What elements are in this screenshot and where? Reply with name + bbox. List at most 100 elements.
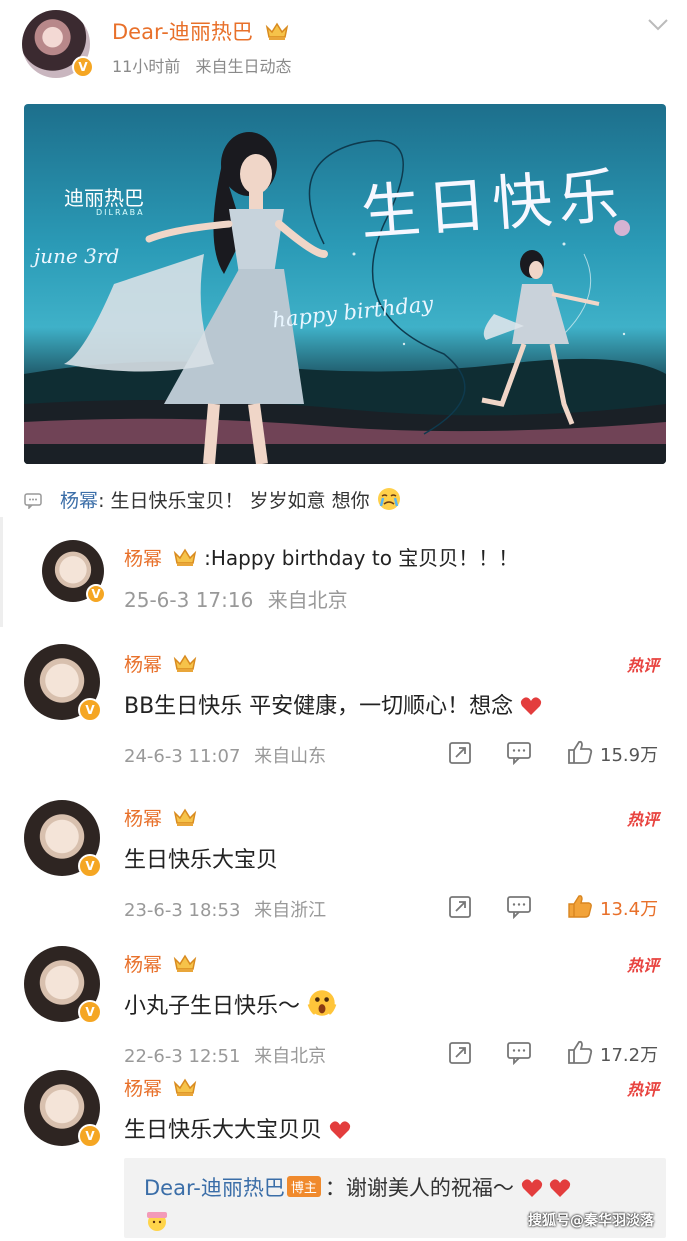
commenter-avatar[interactable]: V [24,946,102,1024]
comment-date: 23-6-3 18:53 [124,900,241,921]
chevron-down-icon[interactable] [647,18,669,32]
commenter-name-text: 杨幂 [124,954,163,976]
comment-text: 生日快乐大宝贝 [124,848,279,873]
author-name-text: Dear-迪丽热巴 [112,20,253,44]
author-reply-line: Dear-迪丽热巴 博主 ：谢谢美人的祝福～ [144,1172,571,1202]
heart-icon [550,1179,571,1197]
commenter-name-text: 杨幂 [124,1078,163,1100]
commenter-name[interactable]: 杨幂 :Happy birthday to 宝贝贝！！！ [124,542,518,571]
comment-icon [24,493,42,509]
shocked-face-icon [307,990,337,1016]
comment-actions: 15.9万 [448,739,666,767]
like-icon-active[interactable] [566,893,594,919]
commenter-avatar[interactable]: V [42,540,106,604]
commenter-name-text: 杨幂 [124,808,163,830]
comment-source: 来自北京 [254,1046,327,1067]
crown-icon [173,954,197,972]
comment-text-content: BB生日快乐 平安健康，一切顺心！想念 [124,694,514,719]
commenter-avatar[interactable]: V [24,644,102,722]
like-icon[interactable] [566,1039,594,1065]
comment-text: 生日快乐大大宝贝贝 [124,1112,351,1144]
commenter-name[interactable]: 杨幂 [124,650,198,677]
commenter-avatar[interactable]: V [24,1070,102,1148]
hot-comment-badge: 热评 [626,656,659,675]
commenter-avatar[interactable]: V [24,800,102,878]
birthday-banner-image[interactable]: 迪丽热巴 DILRABA june 3rd 生日快乐 happy birthda… [24,104,666,464]
hot-comment-badge: 热评 [626,810,659,829]
like-count: 17.2万 [600,1045,659,1066]
top-comment[interactable]: 杨幂: 生日快乐宝贝！ 岁岁如意 想你 [24,486,402,513]
comment-date: 24-6-3 11:07 [124,746,241,767]
commenter-name-text: 杨幂 [124,548,163,570]
verified-badge: V [78,1000,102,1024]
author-avatar[interactable]: V [22,10,94,78]
comment-item: V 杨幂 热评 小丸子生日快乐～ 22-6-3 12:51 来自北京 17.2万 [0,946,687,1076]
comment-date: 25-6-3 17:16 [124,588,254,612]
verified-badge: V [78,698,102,722]
crown-icon [173,548,197,566]
comment-source: 来自浙江 [254,900,327,921]
comment-text-content: 小丸子生日快乐～ [124,994,301,1019]
comment-text: BB生日快乐 平安健康，一切顺心！想念 [124,688,542,720]
like-count: 13.4万 [600,899,659,920]
comment-text: :Happy birthday to 宝贝贝！！！ [204,546,519,570]
heart-icon [329,1121,351,1139]
banner-logo-sub: DILRABA [96,208,145,217]
share-icon[interactable] [448,895,472,919]
emoji-sticker-icon [147,1212,167,1231]
comment-actions: 17.2万 [448,1039,666,1067]
banner-title: 生日快乐 [358,160,627,250]
banner-june-text: june 3rd [34,244,120,268]
author-name[interactable]: Dear-迪丽热巴 [112,16,290,46]
comment-text-content: 生日快乐大大宝贝贝 [124,1118,323,1143]
comment-item: V 杨幂 热评 生日快乐大大宝贝贝 [0,1070,687,1160]
verified-badge: V [86,584,106,604]
commenter-name-text: 杨幂 [124,654,163,676]
commenter-name[interactable]: 杨幂 [124,1074,198,1101]
like-count: 15.9万 [600,745,659,766]
comment-meta: 23-6-3 18:53 来自浙江 [124,896,326,922]
crown-icon [265,22,288,40]
commenter-name[interactable]: 杨幂 [124,950,198,977]
watermark: 搜狐号@秦华羽淡落 [528,1213,654,1229]
comment-date: 22-6-3 12:51 [124,1046,241,1067]
top-comment-name[interactable]: 杨幂 [60,490,98,512]
comment-actions: 13.4万 [448,895,666,921]
heart-icon [521,697,542,715]
share-icon[interactable] [448,741,472,765]
post-meta: 11小时前 来自生日动态 [112,53,291,77]
comment-source: 来自北京 [267,588,348,612]
reply-icon[interactable] [506,741,532,765]
hot-comment-badge: 热评 [626,956,659,975]
like-icon[interactable] [566,739,594,765]
comment-meta: 25-6-3 17:16 来自北京 [124,584,348,613]
reply-text: ：谢谢美人的祝福～ [324,1176,514,1200]
author-tag: 博主 [286,1176,321,1197]
comment-item: V 杨幂 :Happy birthday to 宝贝贝！！！ 25-6-3 17… [0,536,687,626]
comment-source: 来自山东 [254,746,327,767]
comment-meta: 22-6-3 12:51 来自北京 [124,1042,326,1068]
post-time: 11小时前 [112,57,181,76]
crying-face-icon [377,488,400,510]
author-reply[interactable]: Dear-迪丽热巴 博主 ：谢谢美人的祝福～ 搜狐号@秦华羽淡落 [124,1158,666,1238]
commenter-name[interactable]: 杨幂 [124,804,198,831]
crown-icon [173,1078,197,1096]
comment-item: V 杨幂 热评 生日快乐大宝贝 23-6-3 18:53 来自浙江 13.4万 [0,800,687,930]
crown-icon [173,654,197,672]
share-icon[interactable] [448,1041,472,1065]
heart-icon [521,1179,542,1197]
post-source: 来自生日动态 [195,57,292,76]
comment-meta: 24-6-3 11:07 来自山东 [124,742,326,768]
verified-badge: V [78,854,102,878]
top-comment-text: : 生日快乐宝贝！ 岁岁如意 想你 [98,490,370,512]
post-header: V Dear-迪丽热巴 11小时前 来自生日动态 [0,0,687,95]
crown-icon [173,808,197,826]
comment-text: 小丸子生日快乐～ [124,988,337,1020]
reply-author-name[interactable]: Dear-迪丽热巴 [144,1176,285,1200]
hot-comment-badge: 热评 [626,1080,659,1099]
verified-badge: V [72,56,94,78]
reply-icon[interactable] [506,895,532,919]
banner-logo: 迪丽热巴 [64,186,144,210]
reply-icon[interactable] [506,1041,532,1065]
comment-item: V 杨幂 热评 BB生日快乐 平安健康，一切顺心！想念 24-6-3 11:07… [0,644,687,774]
